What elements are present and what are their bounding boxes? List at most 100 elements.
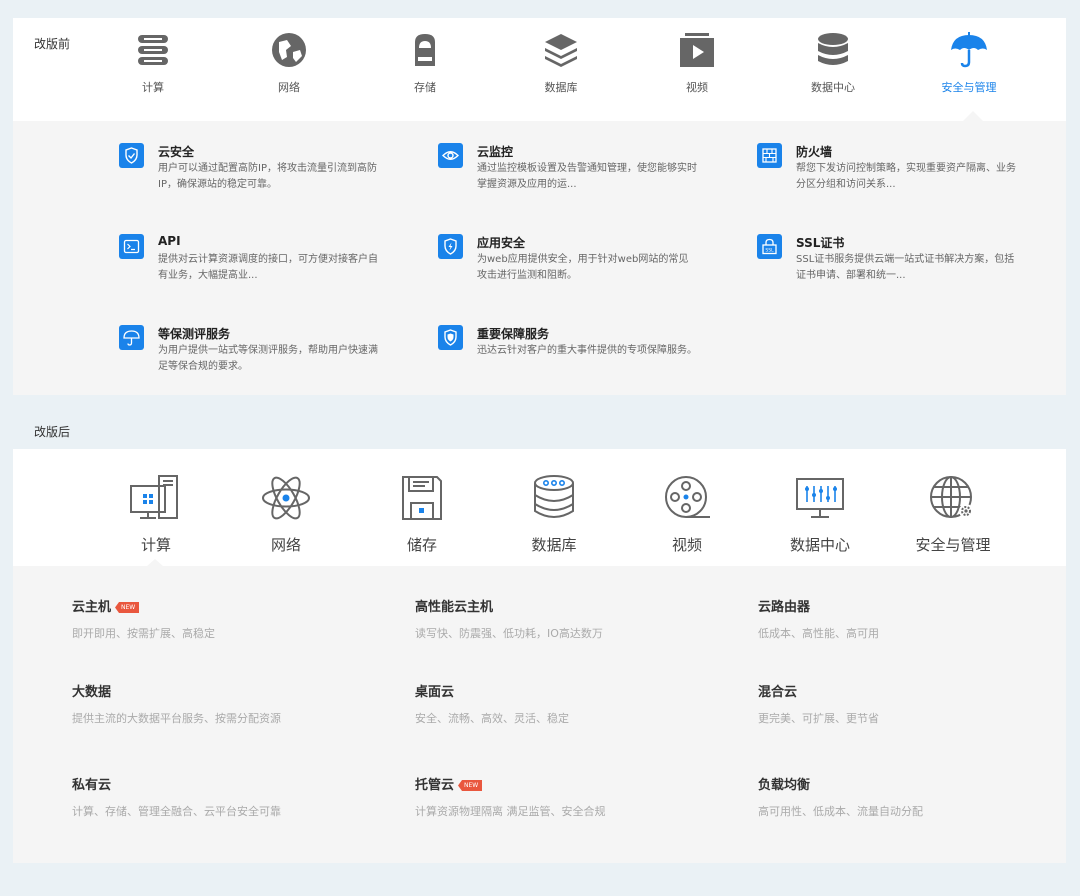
after-card-hybrid-cloud[interactable]: 混合云 更完美、可扩展、更节省 — [758, 681, 1058, 726]
shield-check-icon — [119, 143, 144, 168]
before-nav-label: 存储 — [414, 81, 436, 94]
active-tab-caret — [963, 111, 983, 121]
after-card-hp-cloud-host[interactable]: 高性能云主机 读写快、防震强、低功耗，IO高达数万 — [415, 596, 715, 641]
card-desc: SSL证书服务提供云端一站式证书解决方案，包括证书申请、部署和统一... — [796, 254, 1015, 281]
card-desc: 提供对云计算资源调度的接口，可方便对接客户自有业务，大幅提高业... — [158, 254, 378, 281]
globe-icon — [272, 33, 306, 67]
after-nav-datacenter[interactable]: 数据中心 — [760, 473, 880, 554]
after-nav-network[interactable]: 网络 — [226, 473, 346, 554]
card-title: 混合云 — [758, 685, 798, 700]
card-title: 私有云 — [72, 778, 112, 793]
after-nav-label: 视频 — [671, 536, 702, 554]
after-nav-label: 数据中心 — [789, 536, 850, 554]
card-title: SSL证书 — [796, 236, 845, 250]
umbrella-icon — [951, 32, 987, 68]
globe-gear-icon — [930, 476, 973, 518]
after-nav-label: 安全与管理 — [915, 536, 991, 554]
card-title: 高性能云主机 — [415, 600, 494, 615]
before-nav-network[interactable]: 网络 — [239, 30, 339, 100]
card-desc: 帮您下发访问控制策略，实现重要资产隔离、业务分区分组和访问关系... — [796, 163, 1016, 190]
card-title: 桌面云 — [415, 685, 455, 700]
before-nav-datacenter[interactable]: 数据中心 — [783, 30, 883, 100]
after-card-desktop-cloud[interactable]: 桌面云 安全、流畅、高效、灵活、稳定 — [415, 681, 715, 726]
after-nav-security[interactable]: 安全与管理 — [893, 473, 1013, 554]
card-title: 云主机 — [72, 600, 112, 615]
card-title: 云路由器 — [758, 600, 811, 615]
after-section-label: 改版后 — [34, 425, 71, 439]
after-card-big-data[interactable]: 大数据 提供主流的大数据平台服务、按需分配资源 — [72, 681, 372, 726]
card-title: API — [158, 234, 181, 248]
computer-icon — [130, 475, 178, 519]
before-nav-bar: 计算 网络 存储 数据库 视频 数据中心 安全与管理 — [13, 18, 1066, 121]
before-nav-label: 计算 — [142, 81, 164, 94]
after-nav-label: 数据库 — [531, 536, 577, 554]
after-card-load-balancer[interactable]: 负载均衡 高可用性、低成本、流量自动分配 — [758, 774, 1058, 819]
before-nav-security[interactable]: 安全与管理 — [919, 30, 1019, 100]
before-nav-label: 网络 — [278, 81, 300, 94]
card-desc: 为用户提供一站式等保测评服务，帮助用户快速满足等保合规的要求。 — [158, 345, 378, 372]
after-nav-bar: 计算 网络 储存 数据库 视频 数据中心 安全与管理 — [13, 449, 1066, 566]
card-desc: 读写快、防震强、低功耗，IO高达数万 — [415, 627, 603, 640]
card-desc: 计算、存储、管理全融合、云平台安全可靠 — [72, 805, 281, 818]
card-desc: 高可用性、低成本、流量自动分配 — [758, 805, 923, 818]
eye-icon — [438, 143, 463, 168]
after-nav-compute[interactable]: 计算 — [96, 473, 216, 554]
firewall-icon — [757, 143, 782, 168]
after-card-private-cloud[interactable]: 私有云 计算、存储、管理全融合、云平台安全可靠 — [72, 774, 372, 819]
shield-badge-icon — [438, 325, 463, 350]
monitor-chart-icon — [796, 478, 844, 518]
before-panel: 计算 网络 存储 数据库 视频 数据中心 安全与管理 云安全 用户可以通过配置高… — [13, 18, 1066, 395]
database-icon — [818, 33, 848, 65]
card-title: 云监控 — [477, 145, 514, 159]
card-title: 应用安全 — [477, 236, 526, 250]
before-nav-label: 数据中心 — [811, 81, 855, 94]
card-title: 重要保障服务 — [477, 327, 550, 341]
after-panel: 计算 网络 储存 数据库 视频 数据中心 安全与管理 云主机 NEW 即开即用、… — [13, 449, 1066, 863]
card-desc: 计算资源物理隔离 满足监管、安全合规 — [415, 805, 606, 818]
after-nav-label: 储存 — [406, 536, 437, 554]
card-title: 等保测评服务 — [158, 327, 231, 341]
terminal-icon — [119, 234, 144, 259]
ssl-lock-icon: SSL — [757, 234, 782, 259]
film-reel-icon — [665, 476, 710, 518]
after-nav-label: 网络 — [270, 536, 301, 554]
shield-bolt-icon — [438, 234, 463, 259]
after-nav-video[interactable]: 视频 — [627, 473, 747, 554]
server-stack-icon — [138, 35, 168, 65]
card-desc: 用户可以通过配置高防IP，将攻击流量引流到高防IP，确保源站的稳定可靠。 — [158, 163, 377, 190]
card-desc: 为web应用提供安全，用于针对web网站的常见攻击进行监测和阻断。 — [477, 254, 689, 281]
card-title: 托管云 — [415, 778, 455, 793]
svg-text:SSL: SSL — [765, 248, 774, 254]
card-desc: 通过监控模板设置及告警通知管理，使您能够实时掌握资源及应用的运... — [477, 163, 697, 190]
before-nav-database[interactable]: 数据库 — [511, 30, 611, 100]
database-icon — [534, 475, 574, 518]
layers-icon — [545, 34, 577, 67]
storage-cloud-icon — [415, 34, 435, 66]
atom-icon — [262, 476, 310, 520]
active-tab-caret — [147, 559, 163, 566]
before-nav-label: 视频 — [686, 81, 708, 94]
after-nav-database[interactable]: 数据库 — [494, 473, 614, 554]
before-nav-label: 数据库 — [544, 81, 578, 94]
before-nav-label: 安全与管理 — [941, 81, 997, 94]
before-nav-compute[interactable]: 计算 — [103, 30, 203, 100]
floppy-icon — [402, 476, 442, 520]
after-card-hosted-cloud[interactable]: 托管云 NEW 计算资源物理隔离 满足监管、安全合规 — [415, 774, 715, 819]
before-section-label: 改版前 — [34, 37, 71, 51]
after-card-cloud-router[interactable]: 云路由器 低成本、高性能、高可用 — [758, 596, 1058, 641]
new-badge: NEW — [458, 780, 483, 791]
card-title: 云安全 — [158, 145, 195, 159]
after-card-cloud-host[interactable]: 云主机 NEW 即开即用、按需扩展、高稳定 — [72, 596, 372, 641]
card-desc: 即开即用、按需扩展、高稳定 — [72, 627, 215, 640]
card-title: 防火墙 — [796, 145, 833, 159]
card-desc: 安全、流畅、高效、灵活、稳定 — [415, 712, 569, 725]
card-desc: 提供主流的大数据平台服务、按需分配资源 — [72, 712, 281, 725]
card-desc: 低成本、高性能、高可用 — [758, 627, 879, 640]
after-nav-storage[interactable]: 储存 — [362, 473, 482, 554]
before-nav-storage[interactable]: 存储 — [375, 30, 475, 100]
card-title: 大数据 — [72, 685, 112, 700]
before-nav-video[interactable]: 视频 — [647, 30, 747, 100]
new-badge: NEW — [115, 602, 140, 613]
card-desc: 迅达云针对客户的重大事件提供的专项保障服务。 — [477, 345, 697, 356]
umbrella-icon — [119, 325, 144, 350]
